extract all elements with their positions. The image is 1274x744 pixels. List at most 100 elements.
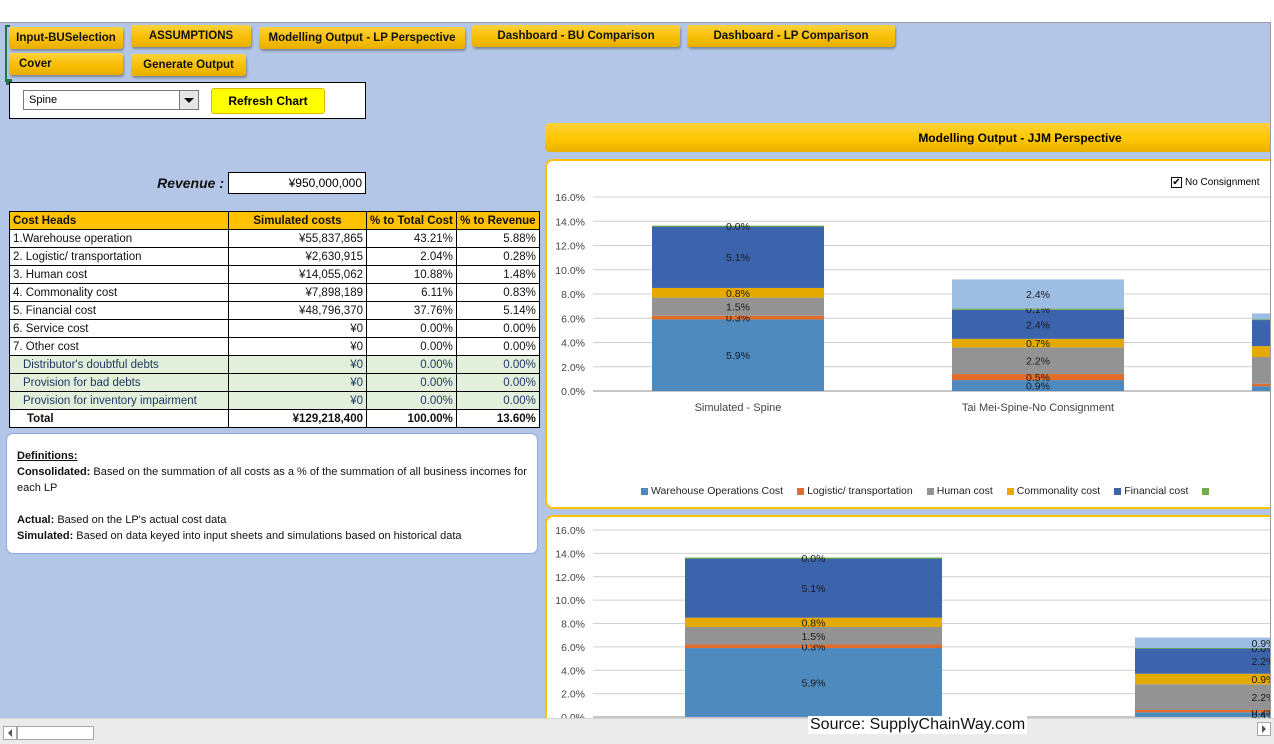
bar-segment — [1252, 346, 1270, 358]
legend-swatch — [797, 487, 805, 495]
checkbox-check-icon[interactable]: ✔ — [1171, 177, 1182, 188]
pct-total-cell: 0.00% — [366, 355, 457, 374]
simulated-cost-cell: ¥0 — [228, 373, 367, 392]
stacked-bar-chart-bottom[interactable]: 0.0% 2.0% 4.0% 6.0% 8.0% 10.0% 12.0% 14.0% 16.0%… — [545, 515, 1271, 718]
y-tick-label: 12.0% — [555, 241, 585, 253]
pct-total-cell: 0.00% — [366, 391, 457, 410]
cost-head-cell: Distributor's doubtful debts — [9, 355, 229, 374]
generate-output-button[interactable]: Generate Output — [131, 54, 246, 76]
source-caption: Source: SupplyChainWay.com — [808, 716, 1028, 734]
scroll-left-arrow-icon[interactable] — [3, 726, 17, 740]
simulated-cost-cell: ¥0 — [228, 337, 367, 356]
definition-simulated: Simulated: Based on data keyed into inpu… — [17, 528, 527, 544]
bar-segment — [1252, 357, 1270, 384]
cost-head-cell: 1.Warehouse operation — [9, 229, 229, 248]
simulated-cost-cell: ¥14,055,062 — [228, 265, 367, 284]
pct-total-cell: 10.88% — [366, 265, 457, 284]
nav-dashboard-bu-button[interactable]: Dashboard - BU Comparison — [472, 25, 680, 47]
y-tick-label: 8.0% — [561, 619, 585, 631]
table-row: 6. Service cost ¥0 0.00% 0.00% — [9, 319, 540, 338]
pct-revenue-cell: 1.48% — [455, 265, 540, 284]
nav-dashboard-lp-button[interactable]: Dashboard - LP Comparison — [687, 25, 895, 47]
pct-revenue-cell: 0.00% — [455, 337, 540, 356]
pct-total-cell: 0.00% — [366, 319, 457, 338]
pct-total-cell: 6.11% — [366, 283, 457, 302]
pct-total-cell: 37.76% — [366, 301, 457, 320]
y-tick-label: 10.0% — [555, 595, 585, 607]
y-tick-label: 2.0% — [561, 689, 585, 701]
legend-item: Human cost — [926, 485, 993, 497]
legend-item: Commonality cost — [1006, 485, 1101, 497]
definition-consolidated: Consolidated: Based on the summation of … — [17, 464, 527, 496]
revenue-value[interactable]: ¥950,000,000 — [228, 172, 366, 194]
cost-head-cell: Provision for inventory impairment — [9, 391, 229, 410]
chart-control-panel: Spine Refresh Chart — [9, 82, 366, 119]
total-pct-revenue: 13.60% — [455, 409, 540, 428]
bu-dropdown-value: Spine — [29, 94, 58, 106]
y-tick-label: 0.0% — [561, 386, 585, 398]
no-consignment-label: No Consignment — [1185, 177, 1260, 188]
scroll-right-arrow-icon[interactable] — [1257, 722, 1271, 736]
definitions-title: Definitions: — [17, 450, 78, 462]
definition-actual: Actual: Based on the LP's actual cost da… — [17, 512, 527, 528]
table-sub-row: Provision for inventory impairment ¥0 0.00… — [9, 391, 540, 410]
y-tick-label: 4.0% — [561, 665, 585, 677]
nav-input-buselection-button[interactable]: Input-BUSelection — [9, 27, 123, 49]
data-label: 1.5% — [726, 302, 750, 314]
y-tick-label: 14.0% — [555, 548, 585, 560]
x-category-label: Tai Mei-Spine-No Consignment — [962, 402, 1114, 414]
legend-swatch — [1202, 487, 1210, 495]
chart-top-svg: 0.0% 2.0% 4.0% 6.0% 8.0% 10.0% 12.0% 14.0% 16.0%… — [555, 192, 1270, 414]
bu-dropdown[interactable]: Spine — [23, 90, 199, 110]
legend-swatch — [926, 487, 934, 495]
legend-label: Warehouse Operations Cost — [651, 485, 784, 497]
scrollbar-thumb[interactable] — [17, 726, 94, 740]
data-label: 5.9% — [726, 350, 750, 362]
chevron-down-icon[interactable] — [179, 91, 198, 109]
legend-item: Warehouse Operations Cost — [641, 485, 783, 497]
data-label: 2.2% — [1252, 656, 1271, 668]
refresh-chart-button[interactable]: Refresh Chart — [211, 88, 325, 114]
cost-head-cell: 3. Human cost — [9, 265, 229, 284]
legend-item: Logistic/ transportation — [797, 485, 913, 497]
pct-total-cell: 43.21% — [366, 229, 457, 248]
revenue-label: Revenue : — [157, 175, 224, 191]
legend-item — [1202, 485, 1210, 497]
definition-text: Based on the summation of all costs as a… — [17, 466, 527, 494]
cost-head-cell: Provision for bad debts — [9, 373, 229, 392]
legend-label: Commonality cost — [1016, 485, 1101, 497]
y-tick-label: 2.0% — [561, 362, 585, 374]
y-tick-label: 16.0% — [555, 525, 585, 537]
pct-revenue-cell: 5.14% — [455, 301, 540, 320]
nav-assumptions-button[interactable]: ASSUMPTIONS — [131, 25, 251, 47]
chart-legend: Warehouse Operations Cost Logistic/ trans… — [641, 485, 1210, 497]
chart-section-header: Modelling Output - JJM Perspective — [545, 123, 1270, 152]
nav-modelling-output-lp-button[interactable]: Modelling Output - LP Perspective — [259, 27, 465, 49]
y-tick-label: 6.0% — [561, 313, 585, 325]
definitions-box: Definitions: Consolidated: Based on the … — [6, 433, 538, 554]
data-label: 1.5% — [802, 631, 826, 643]
cost-table: Cost Heads Simulated costs % to Total Co… — [9, 211, 540, 428]
bar-segment — [1252, 386, 1270, 391]
no-consignment-checkbox[interactable]: ✔ No Consignment — [1171, 177, 1259, 188]
data-label: 0.9% — [1252, 638, 1271, 650]
data-label: 2.2% — [1026, 356, 1050, 368]
simulated-cost-cell: ¥55,837,865 — [228, 229, 367, 248]
cost-head-cell: 5. Financial cost — [9, 301, 229, 320]
pct-revenue-cell: 0.00% — [455, 319, 540, 338]
header-simulated-costs: Simulated costs — [228, 211, 367, 230]
data-label: 0.8% — [802, 617, 826, 629]
stacked-bar-chart-top[interactable]: 0.0% 2.0% 4.0% 6.0% 8.0% 10.0% 12.0% 14.0% 16.0%… — [545, 159, 1270, 509]
definition-text: Based on the LP's actual cost data — [54, 514, 227, 526]
table-sub-row: Distributor's doubtful debts ¥0 0.00% 0.00% — [9, 355, 540, 374]
simulated-cost-cell: ¥0 — [228, 319, 367, 338]
legend-label: Logistic/ transportation — [807, 485, 913, 497]
header-pct-revenue: % to Revenue — [455, 211, 540, 230]
data-label: 2.4% — [1026, 319, 1050, 331]
nav-cover-button[interactable]: Cover — [9, 53, 123, 75]
bar-segment — [1252, 319, 1270, 347]
horizontal-scrollbar[interactable] — [0, 718, 1274, 744]
data-label: 5.1% — [802, 583, 826, 595]
y-tick-label: 10.0% — [555, 265, 585, 277]
pct-total-cell: 2.04% — [366, 247, 457, 266]
